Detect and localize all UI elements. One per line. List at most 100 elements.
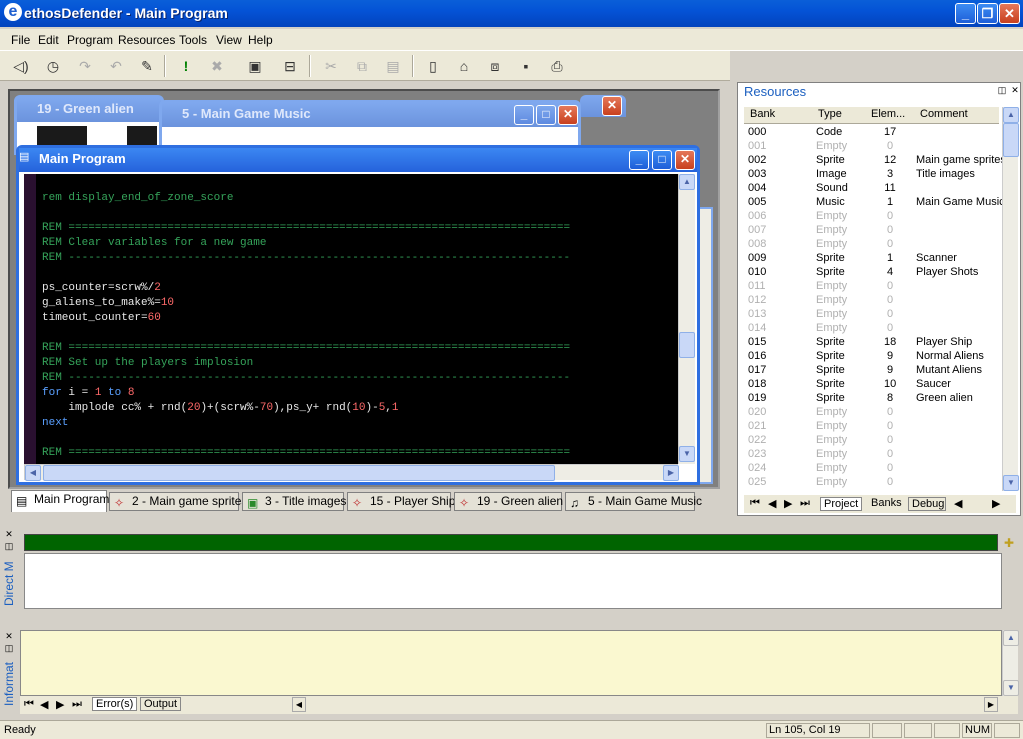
resource-row[interactable]: 024 Empty 0: [744, 462, 1004, 476]
column-header[interactable]: Elem...: [871, 108, 905, 120]
resource-row[interactable]: 010 Sprite 4 Player Shots: [744, 266, 1004, 280]
next-icon[interactable]: ▶: [56, 698, 64, 711]
scroll-up-icon[interactable]: ▲: [1003, 630, 1019, 646]
resource-row[interactable]: 021 Empty 0: [744, 420, 1004, 434]
tab-debug[interactable]: Debug: [908, 497, 946, 511]
maximize-icon[interactable]: □: [652, 150, 672, 170]
resource-row[interactable]: 008 Empty 0: [744, 238, 1004, 252]
resource-row[interactable]: 007 Empty 0: [744, 224, 1004, 238]
scroll-thumb[interactable]: [1003, 123, 1019, 157]
resource-row[interactable]: 018 Sprite 10 Saucer: [744, 378, 1004, 392]
prev-icon[interactable]: ◀: [954, 497, 962, 510]
resource-row[interactable]: 017 Sprite 9 Mutant Aliens: [744, 364, 1004, 378]
tab-errors[interactable]: Error(s): [92, 697, 138, 711]
resource-row[interactable]: 002 Sprite 12 Main game sprites: [744, 154, 1004, 168]
close-icon[interactable]: ✕: [4, 632, 14, 642]
next-icon[interactable]: ▶: [992, 497, 1000, 510]
tab-main-program[interactable]: ▤ Main Program: [11, 490, 109, 512]
first-icon[interactable]: ⏮: [750, 497, 760, 510]
direct-mode-input[interactable]: [24, 553, 1002, 609]
scroll-down-icon[interactable]: ▼: [1003, 475, 1019, 491]
code-editor[interactable]: rem display_end_of_zone_score REM =======…: [24, 174, 678, 464]
resource-row[interactable]: 000 Code 17: [744, 126, 1004, 140]
resource-row[interactable]: 016 Sprite 9 Normal Aliens: [744, 350, 1004, 364]
scroll-down-icon[interactable]: ▼: [1003, 680, 1019, 696]
tab-banks[interactable]: Banks: [868, 497, 905, 509]
column-header[interactable]: Type: [818, 108, 842, 120]
scroll-up-icon[interactable]: ▲: [679, 174, 695, 190]
minimize-icon[interactable]: _: [629, 150, 649, 170]
tab-main-game-sprites[interactable]: ✧ 2 - Main game sprites: [109, 492, 247, 511]
tab-title-images[interactable]: ▣ 3 - Title images: [242, 492, 346, 511]
resource-row[interactable]: 025 Empty 0: [744, 476, 1004, 490]
scroll-thumb[interactable]: [43, 465, 555, 481]
scroll-left-icon[interactable]: ◀: [25, 465, 41, 481]
last-icon[interactable]: ⏭: [800, 497, 810, 510]
menu-edit[interactable]: Edit: [38, 33, 59, 47]
close-button[interactable]: ✕: [999, 3, 1020, 24]
scroll-up-icon[interactable]: ▲: [1003, 107, 1019, 123]
step-icon[interactable]: ◷: [42, 56, 64, 76]
column-header[interactable]: Bank: [750, 108, 775, 120]
pin-icon[interactable]: ◫: [4, 644, 14, 654]
maximize-icon[interactable]: □: [536, 105, 556, 125]
tab-main-game-music[interactable]: ♫ 5 - Main Game Music: [565, 492, 702, 511]
scroll-down-icon[interactable]: ▼: [679, 446, 695, 462]
menu-file[interactable]: File: [11, 33, 30, 47]
scroll-right-icon[interactable]: ▶: [984, 697, 998, 712]
new-icon[interactable]: ▯: [422, 56, 444, 76]
paste-icon[interactable]: ▤: [382, 56, 404, 76]
cut-icon[interactable]: ✂: [320, 56, 342, 76]
prev-icon[interactable]: ◀: [768, 497, 776, 510]
open-icon[interactable]: ⌂: [453, 56, 475, 76]
resource-row[interactable]: 001 Empty 0: [744, 140, 1004, 154]
menu-program[interactable]: Program: [67, 33, 113, 47]
step-out-icon[interactable]: ↶: [105, 56, 127, 76]
restore-button[interactable]: ❐: [977, 3, 998, 24]
resource-row[interactable]: 014 Empty 0: [744, 322, 1004, 336]
resource-row[interactable]: 020 Empty 0: [744, 406, 1004, 420]
breakpoint-icon[interactable]: ✎: [136, 56, 158, 76]
resource-row[interactable]: 009 Sprite 1 Scanner: [744, 252, 1004, 266]
editor-vscroll[interactable]: ▲ ▼: [678, 174, 695, 464]
resource-row[interactable]: 011 Empty 0: [744, 280, 1004, 294]
resource-row[interactable]: 019 Sprite 8 Green alien: [744, 392, 1004, 406]
resource-row[interactable]: 012 Empty 0: [744, 294, 1004, 308]
resource-row[interactable]: 023 Empty 0: [744, 448, 1004, 462]
add-icon[interactable]: ✚: [1004, 536, 1014, 550]
close-icon[interactable]: ✕: [558, 105, 578, 125]
resource-row[interactable]: 022 Empty 0: [744, 434, 1004, 448]
editor-hscroll[interactable]: ◀ ▶: [24, 464, 679, 481]
scroll-right-icon[interactable]: ▶: [663, 465, 679, 481]
close-icon[interactable]: ✕: [1010, 86, 1020, 96]
menu-tools[interactable]: Tools: [179, 33, 207, 47]
menu-view[interactable]: View: [216, 33, 242, 47]
first-icon[interactable]: ⏮: [24, 698, 34, 711]
tab-project[interactable]: Project: [820, 497, 863, 511]
column-header[interactable]: Comment: [920, 108, 968, 120]
prev-icon[interactable]: ◀: [40, 698, 48, 711]
minimize-icon[interactable]: _: [514, 105, 534, 125]
close-icon[interactable]: ✕: [4, 530, 14, 540]
resource-row[interactable]: 006 Empty 0: [744, 210, 1004, 224]
info-vscroll[interactable]: ▲ ▼: [1002, 630, 1019, 696]
scroll-left-icon[interactable]: ◀: [292, 697, 306, 712]
menu-help[interactable]: Help: [248, 33, 273, 47]
pin-icon[interactable]: ◫: [997, 86, 1007, 96]
compile-icon[interactable]: ⊟: [279, 56, 301, 76]
tab-player-ship[interactable]: ✧ 15 - Player Ship: [347, 492, 455, 511]
close-icon[interactable]: ✕: [602, 96, 622, 116]
menu-resources[interactable]: Resources: [118, 33, 175, 47]
print-icon[interactable]: ⎙: [546, 56, 568, 76]
tab-output[interactable]: Output: [140, 697, 182, 711]
minimize-button[interactable]: _: [955, 3, 976, 24]
scroll-thumb[interactable]: [679, 332, 695, 358]
resource-row[interactable]: 004 Sound 11: [744, 182, 1004, 196]
close-icon[interactable]: ✕: [675, 150, 695, 170]
resource-row[interactable]: 015 Sprite 18 Player Ship: [744, 336, 1004, 350]
step-over-icon[interactable]: ↷: [74, 56, 96, 76]
next-icon[interactable]: ▶: [784, 497, 792, 510]
build-icon[interactable]: ▣: [244, 56, 266, 76]
stop-icon[interactable]: ◁): [10, 56, 32, 76]
pin-icon[interactable]: ◫: [4, 542, 14, 552]
